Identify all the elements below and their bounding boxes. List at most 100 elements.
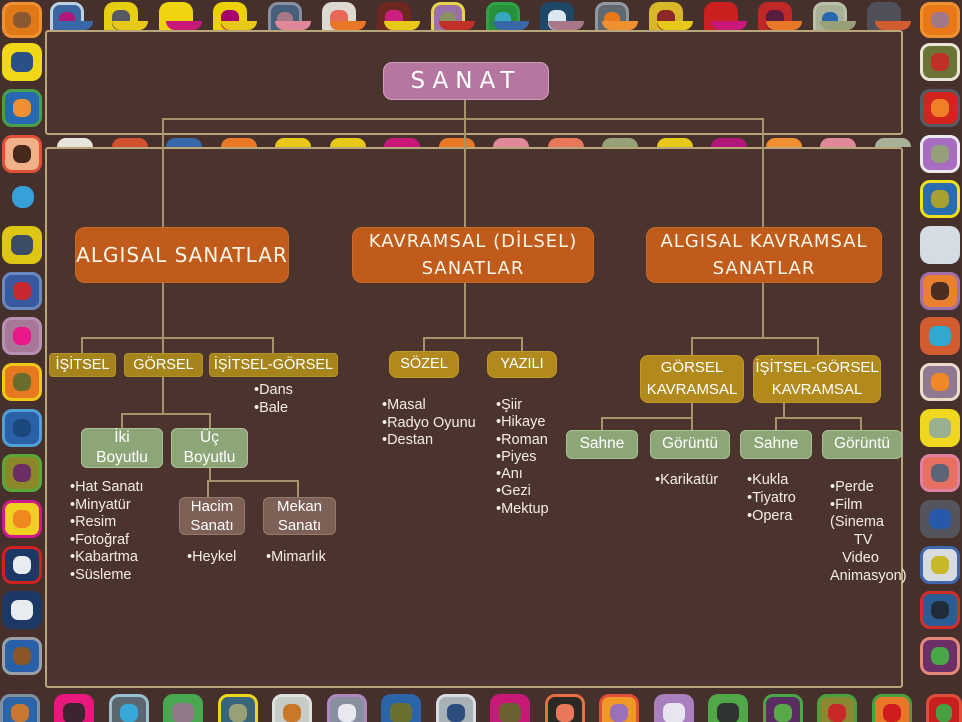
frame-square <box>436 694 476 722</box>
connector-line <box>601 417 693 419</box>
frame-square-dot <box>229 704 247 721</box>
peek-square-mid <box>602 138 638 147</box>
list-item: •Süsleme <box>70 567 144 585</box>
list-item: (Sinema <box>830 514 907 532</box>
node-isitsel: İŞİTSEL <box>49 353 116 377</box>
frame-square-dot <box>13 419 31 436</box>
node-label: SÖZEL <box>400 354 448 375</box>
node-label: Hacim <box>191 497 234 517</box>
node-label: SANATLAR <box>713 255 816 282</box>
frame-square-dot <box>931 556 949 573</box>
peek-square-mid <box>384 138 420 147</box>
node-label: Sanatı <box>278 516 321 536</box>
connector-line <box>121 413 211 415</box>
connector-line <box>423 337 523 339</box>
frame-square-dot <box>338 704 356 721</box>
node-label: Görüntü <box>662 434 718 454</box>
frame-square <box>2 135 42 173</box>
node-gorsel-kavramsal: GÖRSELKAVRAMSAL <box>640 355 744 403</box>
frame-square-dot <box>11 235 33 256</box>
list-item: •Mektup <box>496 501 549 518</box>
node-label: Sahne <box>580 434 625 454</box>
frame-square <box>599 694 639 722</box>
frame-square <box>920 272 960 310</box>
node-label: Boyutlu <box>184 448 236 468</box>
peek-square-top <box>166 21 202 30</box>
frame-square-dot <box>931 464 949 481</box>
list-item: •Masal <box>382 397 476 415</box>
node-algisal-kavramsal-sanatlar: ALGISAL KAVRAMSALSANATLAR <box>646 227 882 283</box>
peek-square-top <box>330 21 366 30</box>
list-item: •Kukla <box>747 471 796 489</box>
node-label: SANAT <box>411 68 522 94</box>
connector-line <box>521 337 523 352</box>
node-label: İŞİTSEL-GÖRSEL <box>755 357 878 379</box>
list-item: •Roman <box>496 432 549 449</box>
connector-line <box>783 403 785 418</box>
node-label: İŞİTSEL <box>56 357 110 373</box>
frame-square-dot <box>931 53 949 70</box>
frame-square-dot <box>931 373 949 390</box>
connector-line <box>691 403 693 418</box>
frame-square-dot <box>13 464 31 481</box>
node-yazili: YAZILI <box>487 351 557 378</box>
frame-square <box>920 180 960 218</box>
list-item: •Opera <box>747 507 796 525</box>
peek-square-mid <box>439 138 475 147</box>
connector-line <box>691 417 693 431</box>
frame-square-dot <box>13 282 31 299</box>
frame-square-dot <box>929 326 951 347</box>
frame-square-dot <box>13 647 31 664</box>
sahne-2-items: •Kukla•Tiyatro•Opera <box>747 471 796 525</box>
list-item: •Perde <box>830 479 907 497</box>
node-hacim-sanati: HacimSanatı <box>179 497 245 535</box>
frame-square-dot <box>931 99 949 116</box>
node-goruntu-1: Görüntü <box>650 430 730 459</box>
frame-square <box>920 135 960 173</box>
yazili-items: •Şiir•Hikaye•Roman•Piyes•Anı•Gezi•Mektup <box>496 397 549 518</box>
frame-square-dot <box>283 704 301 721</box>
frame-square-dot <box>11 52 33 73</box>
frame-square <box>2 89 42 127</box>
frame-square <box>920 89 960 127</box>
node-sahne-2: Sahne <box>740 430 812 459</box>
connector-line <box>423 337 425 352</box>
peek-square-top <box>439 21 475 30</box>
connector-line <box>81 337 274 339</box>
frame-square <box>920 409 960 447</box>
frame-square <box>54 694 94 722</box>
node-algisal-sanatlar: ALGISAL SANATLAR <box>75 227 289 283</box>
iki-boyutlu-items: •Hat Sanatı•Minyatür•Resim•Fotoğraf•Kaba… <box>70 479 144 584</box>
node-label: ALGISAL SANATLAR <box>76 240 288 270</box>
connector-line <box>464 120 466 228</box>
connector-line <box>860 417 862 431</box>
connector-line <box>272 337 274 354</box>
frame-square <box>920 43 960 81</box>
frame-square-dot <box>931 190 949 207</box>
frame-square <box>545 694 585 722</box>
frame-square <box>381 694 421 722</box>
list-item: •Radyo Oyunu <box>382 415 476 433</box>
frame-square-dot <box>120 704 138 721</box>
frame-square <box>920 317 960 355</box>
node-label: KAVRAMSAL <box>647 379 738 401</box>
frame-square-dot <box>931 12 949 28</box>
frame-square-dot <box>13 373 31 390</box>
node-sozel: SÖZEL <box>389 351 459 378</box>
node-goruntu-2: Görüntü <box>822 430 902 459</box>
sozel-items: •Masal•Radyo Oyunu•Destan <box>382 397 476 450</box>
node-uc-boyutlu: ÜçBoyutlu <box>171 428 248 468</box>
frame-square-dot <box>883 704 901 721</box>
list-item: •Piyes <box>496 449 549 466</box>
frame-square-dot <box>774 704 792 721</box>
frame-square-dot <box>931 145 949 162</box>
frame-square-dot <box>13 12 31 28</box>
connector-line <box>691 337 693 356</box>
frame-square-dot <box>931 282 949 299</box>
frame-square-dot <box>929 418 951 439</box>
frame-square-dot <box>172 703 194 722</box>
node-label: Görüntü <box>834 434 890 454</box>
connector-line <box>464 100 466 118</box>
list-item: •Kabartma <box>70 549 144 567</box>
connector-line <box>162 337 164 354</box>
